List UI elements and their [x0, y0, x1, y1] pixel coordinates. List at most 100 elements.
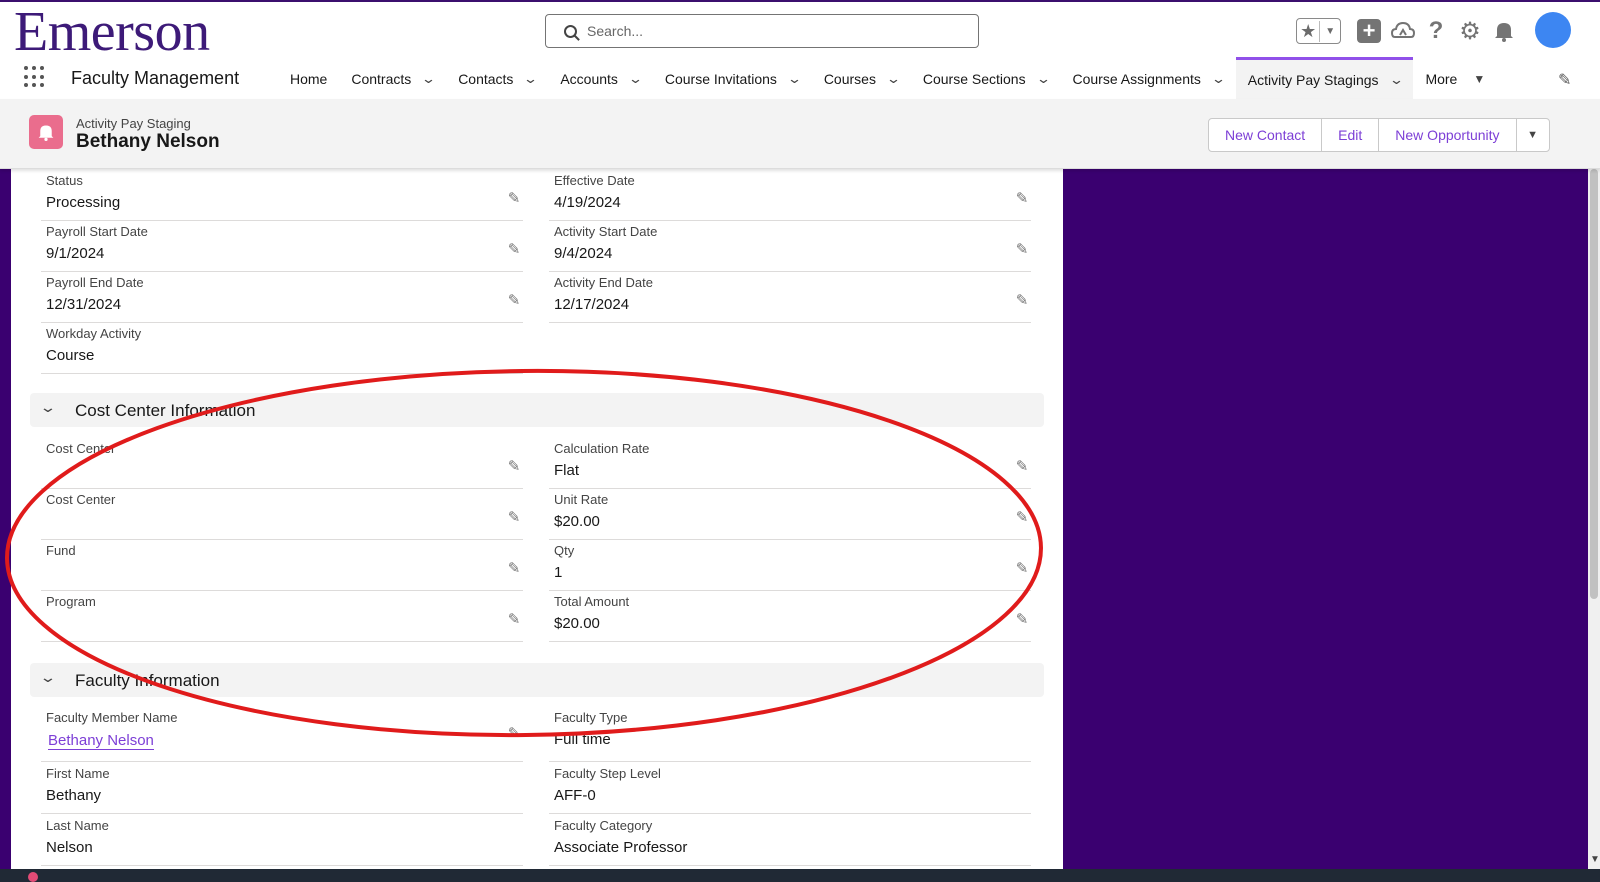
- nav-item-course-invitations[interactable]: Course Invitations ⌄: [653, 59, 812, 99]
- pencil-icon[interactable]: ✎: [1013, 508, 1031, 526]
- field-value: 1: [554, 564, 563, 581]
- pencil-icon[interactable]: ✎: [505, 724, 523, 742]
- field-label: Effective Date: [554, 173, 635, 188]
- field-label: Faculty Member Name: [46, 710, 178, 725]
- nav-item-courses[interactable]: Courses ⌄: [812, 59, 911, 99]
- pencil-icon[interactable]: ✎: [505, 457, 523, 475]
- faculty-member-link[interactable]: Bethany Nelson: [48, 733, 154, 750]
- app-name: Faculty Management: [71, 68, 240, 88]
- help-icon[interactable]: ?: [1425, 16, 1447, 46]
- chevron-down-icon[interactable]: ⌄: [421, 71, 436, 87]
- chevron-down-icon[interactable]: ⌄: [1388, 72, 1403, 88]
- field-label: Faculty Step Level: [554, 766, 661, 781]
- nav-item-activity-pay-stagings[interactable]: Activity Pay Stagings ⌄: [1235, 57, 1414, 99]
- nav-item-course-sections[interactable]: Course Sections ⌄: [911, 59, 1061, 99]
- chevron-down-icon[interactable]: ⌄: [628, 71, 643, 87]
- search-input[interactable]: [587, 23, 947, 39]
- favorites-button[interactable]: ★ ▼: [1296, 18, 1341, 44]
- nav-item-label: Course Assignments: [1072, 71, 1201, 87]
- section-faculty-information[interactable]: ⌄ Faculty Information: [30, 663, 1044, 697]
- field-value: Flat: [554, 462, 580, 479]
- chevron-down-icon[interactable]: ⌄: [39, 399, 57, 416]
- nav-bar: Home Contracts ⌄ Contacts ⌄ Accounts ⌄ Cour…: [278, 57, 1497, 101]
- pencil-icon[interactable]: ✎: [505, 610, 523, 628]
- field-label: Calculation Rate: [554, 441, 650, 456]
- field-value: $20.00: [554, 513, 600, 530]
- pencil-icon[interactable]: ✎: [505, 240, 523, 258]
- field-status: Status Processing ✎: [41, 169, 523, 221]
- more-actions-button[interactable]: ▼: [1515, 118, 1550, 152]
- pencil-icon[interactable]: ✎: [1013, 610, 1031, 628]
- pencil-icon[interactable]: ✎: [1013, 240, 1031, 258]
- chevron-down-icon[interactable]: ⌄: [523, 71, 538, 87]
- favorites-dropdown-icon[interactable]: ▼: [1320, 26, 1340, 37]
- field-faculty-type: Faculty Type Full time: [549, 706, 1031, 762]
- chevron-down-icon[interactable]: ⌄: [1035, 71, 1050, 87]
- record-name: Bethany Nelson: [76, 131, 220, 152]
- record-type: Activity Pay Staging: [76, 116, 191, 131]
- record-type-icon: [29, 115, 63, 149]
- record-actions: New Contact Edit New Opportunity ▼: [1208, 118, 1550, 152]
- scrollbar-thumb[interactable]: [1590, 169, 1598, 599]
- field-value: 4/19/2024: [554, 194, 621, 211]
- nav-item-label: Courses: [823, 71, 876, 87]
- cloud-icon[interactable]: [1391, 16, 1415, 46]
- nav-item-label: More: [1425, 71, 1458, 87]
- field-label: Total Amount: [554, 594, 630, 609]
- scroll-down-icon[interactable]: ▼: [1590, 854, 1600, 865]
- field-label: Activity End Date: [554, 275, 653, 290]
- bell-icon[interactable]: [1492, 16, 1516, 46]
- chevron-down-icon[interactable]: ⌄: [39, 669, 57, 686]
- edit-nav-icon[interactable]: ✎: [1558, 70, 1571, 90]
- field-label: Cost Center: [46, 441, 116, 456]
- global-search[interactable]: [545, 14, 979, 48]
- nav-item-course-assignments[interactable]: Course Assignments ⌄: [1060, 59, 1235, 99]
- taskbar-app-icon[interactable]: [28, 872, 38, 882]
- nav-item-label: Contracts: [351, 71, 412, 87]
- avatar[interactable]: [1535, 12, 1571, 48]
- field-value: 12/17/2024: [554, 296, 630, 313]
- nav-item-home[interactable]: Home: [278, 59, 339, 99]
- gear-icon[interactable]: ⚙: [1458, 16, 1482, 46]
- nav-item-label: Course Invitations: [664, 71, 777, 87]
- field-last-name: Last Name Nelson: [41, 814, 523, 866]
- pencil-icon[interactable]: ✎: [505, 291, 523, 309]
- chevron-down-icon[interactable]: ⌄: [1211, 71, 1226, 87]
- new-contact-button[interactable]: New Contact: [1208, 118, 1323, 152]
- pencil-icon[interactable]: ✎: [1013, 457, 1031, 475]
- caret-down-icon: ▼: [1473, 72, 1486, 86]
- field-effective-date: Effective Date 4/19/2024 ✎: [549, 169, 1031, 221]
- edit-button[interactable]: Edit: [1321, 118, 1380, 152]
- nav-item-label: Home: [290, 71, 328, 87]
- field-payroll-start-date: Payroll Start Date 9/1/2024 ✎: [41, 220, 523, 272]
- app-launcher-icon[interactable]: [24, 66, 46, 88]
- new-opportunity-button[interactable]: New Opportunity: [1378, 118, 1517, 152]
- chevron-down-icon[interactable]: ⌄: [886, 71, 901, 87]
- plus-icon[interactable]: +: [1357, 19, 1381, 43]
- field-label: Faculty Category: [554, 818, 653, 833]
- caret-down-icon: ▼: [1527, 129, 1538, 141]
- field-unit-rate: Unit Rate $20.00 ✎: [549, 488, 1031, 540]
- field-cost-center: Cost Center ✎: [41, 437, 523, 489]
- field-program: Program ✎: [41, 590, 523, 642]
- nav-item-accounts[interactable]: Accounts ⌄: [548, 59, 653, 99]
- pencil-icon[interactable]: ✎: [505, 189, 523, 207]
- pencil-icon[interactable]: ✎: [1013, 291, 1031, 309]
- page-scrollbar[interactable]: [1588, 99, 1600, 870]
- nav-item-contacts[interactable]: Contacts ⌄: [446, 59, 548, 99]
- pencil-icon[interactable]: ✎: [1013, 559, 1031, 577]
- nav-item-contracts[interactable]: Contracts ⌄: [339, 59, 446, 99]
- star-icon[interactable]: ★: [1297, 20, 1321, 42]
- emerson-logo[interactable]: Emerson: [14, 2, 210, 62]
- pencil-icon[interactable]: ✎: [505, 508, 523, 526]
- pencil-icon[interactable]: ✎: [505, 559, 523, 577]
- field-workday-activity: Workday Activity Course: [41, 322, 523, 374]
- field-qty: Qty 1 ✎: [549, 539, 1031, 591]
- nav-item-label: Activity Pay Stagings: [1247, 71, 1379, 88]
- pencil-icon[interactable]: ✎: [1013, 189, 1031, 207]
- chevron-down-icon[interactable]: ⌄: [787, 71, 802, 87]
- section-cost-center[interactable]: ⌄ Cost Center Information: [30, 393, 1044, 427]
- nav-item-more[interactable]: More ▼: [1413, 59, 1497, 99]
- field-label: Activity Start Date: [554, 224, 658, 239]
- field-value: 9/1/2024: [46, 245, 105, 262]
